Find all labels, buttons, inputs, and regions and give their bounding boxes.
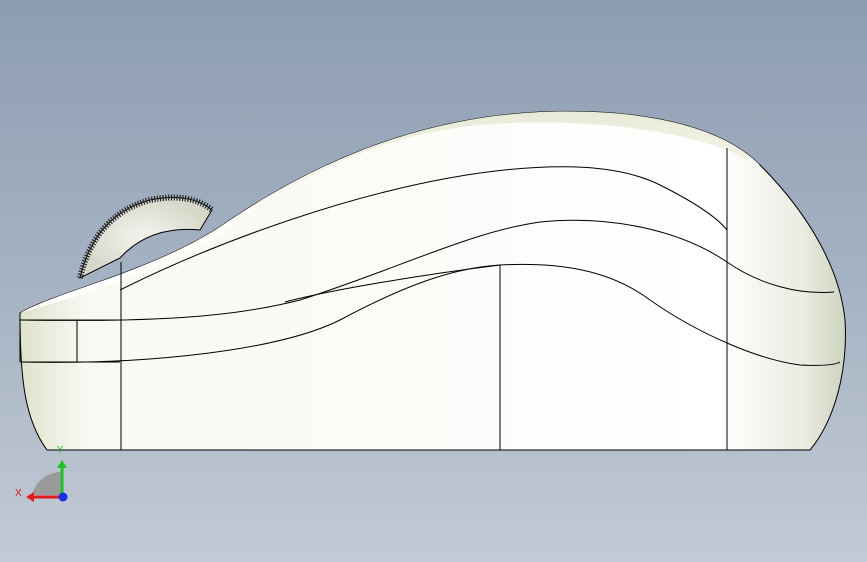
axis-triad[interactable]: X Y (10, 440, 80, 510)
triad-base-icon (32, 471, 62, 495)
mouse-model[interactable] (0, 0, 867, 562)
y-axis-label: Y (56, 445, 64, 456)
x-axis-label: X (15, 488, 22, 499)
3d-viewport[interactable]: X Y (0, 0, 867, 562)
mouse-shell (19, 110, 846, 451)
z-axis-dot-icon (58, 492, 68, 502)
